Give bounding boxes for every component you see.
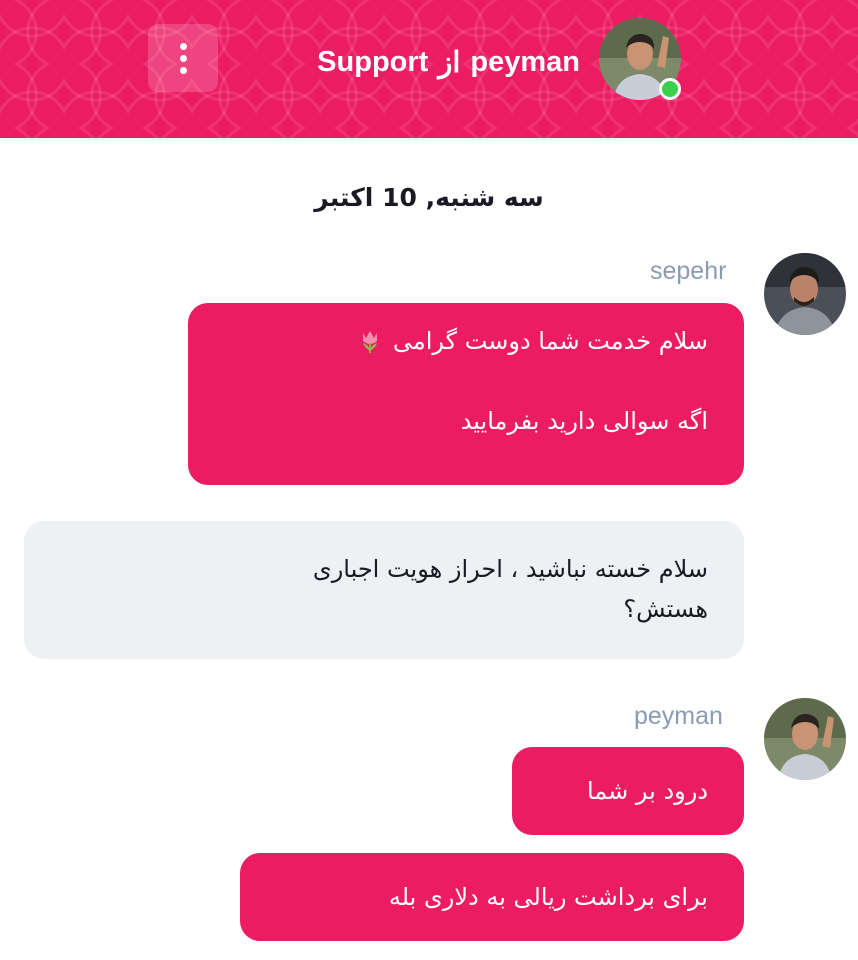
more-options-button[interactable] bbox=[148, 24, 218, 92]
sender-avatar[interactable] bbox=[764, 253, 846, 335]
message-text: درود بر شما bbox=[586, 777, 708, 805]
tulip-icon bbox=[363, 331, 378, 353]
menu-dot bbox=[179, 54, 187, 62]
message-text: برای برداشت ریالی به دلاری بله bbox=[388, 883, 708, 911]
message-text: هستش؟ bbox=[623, 595, 708, 623]
menu-dot bbox=[179, 66, 187, 74]
sepehr-avatar-image bbox=[764, 253, 846, 335]
sender-avatar[interactable] bbox=[764, 698, 846, 780]
header-avatar[interactable] bbox=[599, 18, 681, 100]
message-bubble: سلام خسته نباشید ، احراز هویت اجباری هست… bbox=[24, 521, 744, 659]
message-text: سلام خدمت شما دوست گرامی bbox=[392, 327, 708, 355]
peyman-avatar-image bbox=[764, 698, 846, 780]
header-team: Support bbox=[317, 45, 429, 78]
menu-dot bbox=[179, 42, 187, 50]
chat-header: Support از peyman bbox=[0, 0, 858, 138]
message-bubble: سلام خدمت شما دوست گرامی اگه سوالی دارید… bbox=[188, 303, 744, 485]
online-status-indicator bbox=[659, 78, 681, 100]
header-title: Support از peyman bbox=[240, 40, 580, 84]
header-from: از bbox=[438, 46, 461, 79]
message-sender: sepehr bbox=[650, 257, 727, 285]
date-separator: سه شنبه, 10 اکتبر bbox=[314, 183, 544, 212]
message-bubble: برای برداشت ریالی به دلاری بله bbox=[240, 853, 744, 941]
message-text: اگه سوالی دارید بفرمایید bbox=[460, 407, 708, 435]
message-text-line: سلام خدمت شما دوست گرامی bbox=[224, 321, 708, 361]
message-bubble: درود بر شما bbox=[512, 747, 744, 835]
header-agent-name: peyman bbox=[470, 45, 580, 78]
message-sender: peyman bbox=[634, 702, 723, 730]
message-text: سلام خسته نباشید ، احراز هویت اجباری bbox=[312, 555, 708, 583]
